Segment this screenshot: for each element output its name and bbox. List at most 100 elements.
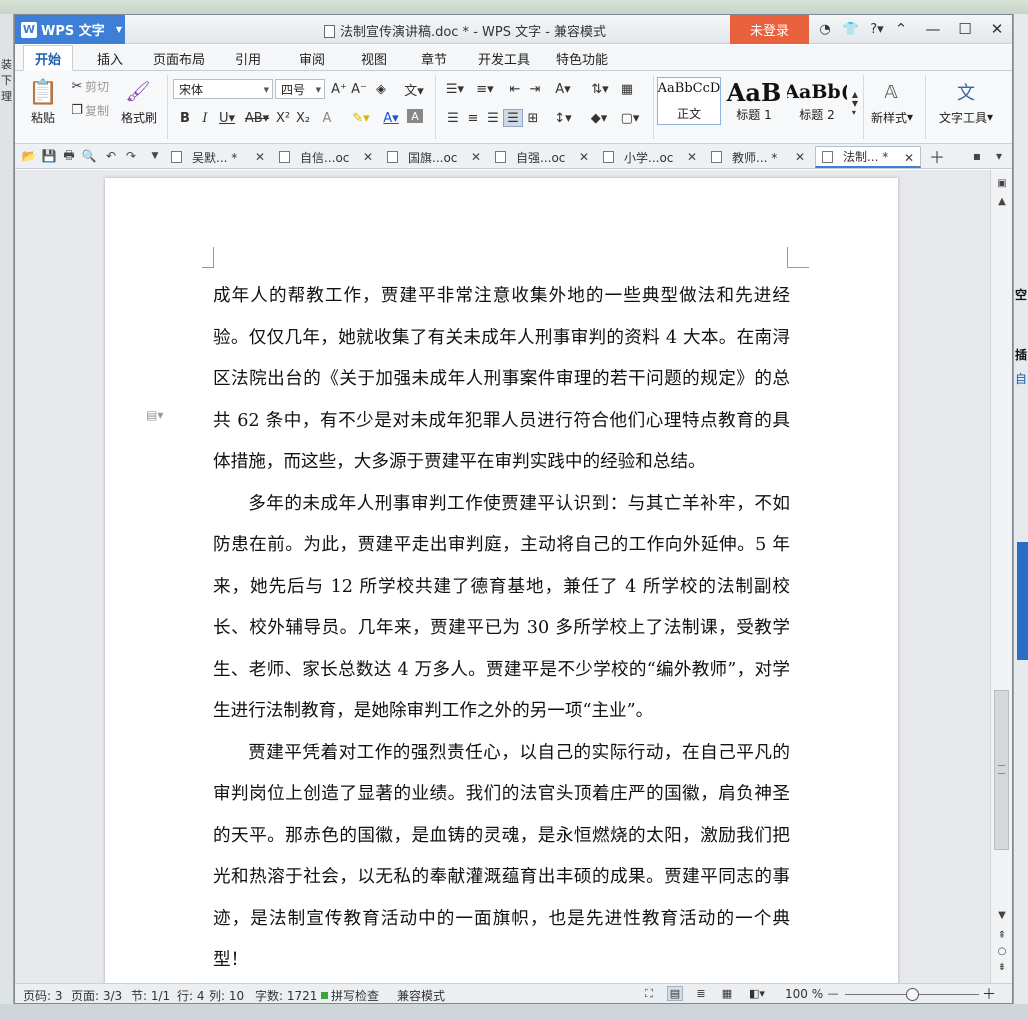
numbered-list-icon[interactable]: ≡▾ [471,80,499,98]
tab-chapter[interactable]: 章节 [411,45,457,71]
subscript-icon[interactable]: X₂ [293,109,313,127]
spell-check-toggle[interactable]: 拼写检查 [321,987,379,1004]
previous-page-icon[interactable]: ⇞ [994,928,1010,942]
page-view-icon[interactable]: ▤ [667,986,683,1001]
tab-menu-icon[interactable]: ▾ [991,148,1007,164]
highlight-icon[interactable]: ✎▾ [347,109,375,127]
sync-icon[interactable]: ◔ [815,20,835,38]
scroll-thumb[interactable] [994,690,1009,850]
tab-view[interactable]: 视图 [351,45,397,71]
minimize-button[interactable]: — [922,19,944,39]
doc-tab[interactable]: 自信...oc ✕ [273,146,379,168]
char-shading-icon[interactable]: A [407,109,423,123]
open-icon[interactable]: 📂 [21,148,37,164]
text-tools-button[interactable]: 文字工具 ▾ [933,109,999,125]
full-screen-icon[interactable]: ⛶ [641,986,657,1001]
text-tools-icon[interactable]: 文 [953,79,979,105]
close-button[interactable]: ✕ [986,19,1008,39]
sort-icon[interactable]: ⇅▾ [587,80,613,98]
paragraph[interactable]: 贾建平凭着对工作的强烈责任心，以自己的实际行动，在自己平凡的审判岗位上创造了显著… [213,733,790,982]
undo-icon[interactable]: ↶ [103,148,119,164]
close-tab-icon[interactable]: ✕ [255,150,265,164]
text-direction-icon[interactable]: A▾ [549,80,577,98]
print-preview-icon[interactable]: 🔍 [81,148,97,164]
format-painter-button[interactable]: 格式刷 [119,109,159,125]
vertical-scrollbar[interactable]: ▣ ▲ ▼ ⇞ ○ ⇟ [990,170,1012,983]
status-word-count[interactable]: 字数: 1721 [255,987,317,1004]
tab-references[interactable]: 引用 [225,45,271,71]
redo-icon[interactable]: ↷ [123,148,139,164]
tab-review[interactable]: 审阅 [289,45,335,71]
print-icon[interactable]: 🖶 [61,148,77,164]
clear-format-icon[interactable]: ◈ [371,80,391,98]
collapse-ribbon-icon[interactable]: ⌃ [890,19,912,39]
copy-button[interactable]: 复制 [85,101,109,119]
tab-developer[interactable]: 开发工具 [471,45,537,71]
increase-indent-icon[interactable]: ⇥ [525,80,545,98]
help-icon[interactable]: ?▾ [867,20,887,38]
shrink-font-icon[interactable]: A⁻ [349,80,369,98]
wps-app-menu-button[interactable]: W WPS 文字 ▼ [15,15,125,44]
close-tab-icon[interactable]: ✕ [471,150,481,164]
doc-tab-active[interactable]: 法制... * ✕ [815,146,921,168]
text-effect-icon[interactable]: A [317,109,337,127]
save-icon[interactable]: 💾 [41,148,57,164]
align-left-icon[interactable]: ☰ [443,109,463,127]
close-tab-icon[interactable]: ✕ [363,150,373,164]
tab-page-layout[interactable]: 页面布局 [145,45,213,71]
doc-tab[interactable]: 国旗...oc ✕ [381,146,487,168]
close-tab-icon[interactable]: ✕ [687,150,697,164]
zoom-in-icon[interactable]: ＋ [981,986,997,1003]
paragraph[interactable]: 成年人的帮教工作，贾建平非常注意收集外地的一些典型做法和先进经验。仅仅几年，她就… [213,276,790,484]
bold-icon[interactable]: B [175,109,195,127]
tab-home[interactable]: 开始 [23,45,73,71]
paste-button[interactable]: 粘贴 [23,109,63,125]
close-tab-icon[interactable]: ✕ [904,151,914,165]
doc-tab[interactable]: 自强...oc ✕ [489,146,595,168]
style-heading-2[interactable]: AaBb( 标题 2 [787,77,847,125]
zoom-out-icon[interactable]: — [825,986,841,1001]
new-style-icon[interactable]: 𝔸 [877,79,905,105]
select-browse-object-icon[interactable]: ○ [994,944,1010,958]
tab-list-icon[interactable]: ▪ [969,148,985,164]
reading-view-icon[interactable]: ◧▾ [745,986,769,1001]
underline-icon[interactable]: U▾ [215,109,239,127]
close-tab-icon[interactable]: ✕ [795,150,805,164]
next-page-icon[interactable]: ⇟ [994,960,1010,974]
shading-icon[interactable]: ◆▾ [585,109,613,127]
scroll-down-icon[interactable]: ▼ [994,908,1010,922]
grow-font-icon[interactable]: A⁺ [329,80,349,98]
style-heading-1[interactable]: AaB 标题 1 [723,77,785,125]
borders-icon[interactable]: ▢▾ [617,109,643,127]
zoom-slider-handle[interactable] [906,988,919,1001]
maximize-button[interactable]: ☐ [954,19,976,39]
format-painter-icon[interactable]: 🖌 [125,77,151,105]
justify-icon[interactable]: ☰ [503,109,523,127]
paste-icon[interactable]: 📋 [28,77,58,107]
font-name-select[interactable]: 宋体 ▼ [173,79,273,99]
bullet-list-icon[interactable]: ☰▾ [441,80,469,98]
quick-access-dropdown-icon[interactable]: ▼ [147,148,163,164]
split-view-icon[interactable]: ▣ [994,176,1010,190]
decrease-indent-icon[interactable]: ⇤ [505,80,525,98]
font-size-select[interactable]: 四号 ▼ [275,79,325,99]
align-right-icon[interactable]: ☰ [483,109,503,127]
close-tab-icon[interactable]: ✕ [579,150,589,164]
styles-scroll-icon[interactable]: ▲ ▼ ▾ [849,79,861,127]
document-body[interactable]: 成年人的帮教工作，贾建平非常注意收集外地的一些典型做法和先进经验。仅仅几年，她就… [213,276,790,982]
doc-tab[interactable]: 教师... * ✕ [705,146,811,168]
skin-shirt-icon[interactable]: 👕 [841,20,861,38]
cut-button[interactable]: 剪切 [85,77,109,95]
line-spacing-icon[interactable]: ↕▾ [549,109,577,127]
outline-view-icon[interactable]: ≣ [693,986,709,1001]
superscript-icon[interactable]: X² [273,109,293,127]
font-color-icon[interactable]: A▾ [377,109,405,127]
align-center-icon[interactable]: ≡ [463,109,483,127]
table-grid-icon[interactable]: ▦ [617,80,637,98]
scroll-up-icon[interactable]: ▲ [994,194,1010,208]
phonetic-guide-icon[interactable]: 文▾ [399,80,429,99]
web-view-icon[interactable]: ▦ [719,986,735,1001]
tab-special-features[interactable]: 特色功能 [549,45,615,71]
zoom-level[interactable]: 100 % [785,987,823,1001]
new-style-button[interactable]: 新样式 ▾ [867,109,917,125]
